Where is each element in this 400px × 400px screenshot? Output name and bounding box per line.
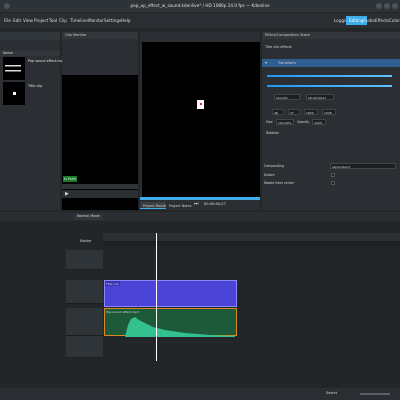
effect-stack-panel: Effect/Composition Stack Title clip effe… [262,32,400,210]
workspace-color[interactable]: Color [386,16,400,25]
effect-clip-row: Title clip effects [262,44,400,51]
bin-column-header: Name [0,50,60,56]
project-monitor-screen[interactable] [142,42,260,197]
timeline-panel: Normal Mode Master Title clip Pop sound … [0,212,400,387]
effect-stack-header: Effect/Composition Stack [262,32,400,39]
menubar: File Edit View Project Tool Clip Timelin… [0,13,400,28]
clip-monitor-panel: Clip Monitor In Point ▶ [62,32,138,210]
keyframe-bar-2[interactable] [267,85,392,87]
effect-stack-title: Effect/Composition Stack [265,33,311,37]
distort-row: Distort [262,172,400,178]
track-header-a1[interactable] [66,308,103,336]
timeline-ruler[interactable] [103,233,400,246]
smooth-row: Smooth 00:00:00,07 [266,94,396,101]
project-bin-panel: Name Pop sound effect.mp3 Title clip [0,32,65,210]
rotate-center-row: Rotate from center [262,180,400,186]
menu-monitor[interactable]: Monitor [88,18,104,23]
timeline-clip-audio[interactable]: Pop sound effect.mp3 [104,308,237,337]
master-label: Master [80,239,92,243]
clip-monitor-title: Clip Monitor [65,33,87,37]
audio-wave-icon [3,57,25,80]
effect-clip-label: Title clip effects [265,45,292,49]
close-icon[interactable] [392,3,398,9]
opacity-label: Opacity [297,120,310,124]
size-row: Size 100.00% Opacity 100% [266,119,396,126]
zoom-slider[interactable] [360,393,390,395]
app-menu-icon[interactable] [4,3,10,9]
minimize-icon[interactable] [376,3,382,9]
track-header-v2[interactable] [66,250,103,270]
distort-checkbox[interactable] [331,172,335,177]
menu-help[interactable]: Help [121,18,131,23]
clip-label: Pop sound effect.mp3 [106,309,139,314]
menu-timeline[interactable]: Timeline [70,18,88,23]
effect-transform-header[interactable]: ▾ Transform [262,59,400,67]
y-field[interactable]: 27 [288,109,300,115]
size-label: Size [266,120,273,124]
rotate-center-checkbox[interactable] [331,180,335,185]
timeline-toolbar: Normal Mode [0,212,400,221]
title-preview-frame [197,100,204,109]
opacity-field[interactable]: 100% [312,119,326,125]
smooth-dropdown[interactable]: Smooth [274,94,300,100]
compositing-label: Compositing [264,164,284,168]
statusbar: Select [0,388,400,400]
keyframe-timecode-field[interactable]: 00:00:00,07 [306,94,334,100]
x-field[interactable]: 48 [272,109,284,115]
rotation-label: Rotation [266,131,280,135]
width-field[interactable]: 1824 [304,109,318,115]
clip-monitor-header: Clip Monitor [62,32,138,39]
height-field[interactable]: 1026 [322,109,336,115]
menu-settings[interactable]: Settings [104,18,121,23]
compositing-row: Compositing Alpha blend [262,163,400,169]
clip-thumbnail [3,57,25,80]
rotation-row: Rotation [262,130,400,137]
distort-label: Distort [264,173,275,177]
in-point-badge: In Point [63,176,77,182]
tab-project-notes[interactable]: Project Notes [166,202,195,209]
clip-monitor-controls: ▶ [62,190,138,198]
track-header-v1[interactable] [66,280,103,304]
track-header-a2[interactable] [66,336,103,358]
clip-name: Title clip [28,84,43,88]
bin-clip-sound[interactable]: Pop sound effect.mp3 [3,57,65,80]
column-name-label: Name [3,51,14,55]
project-monitor-panel: ⏮ ▶ ⏭ 00:00:00,07 [140,32,260,210]
project-monitor-timecode: 00:00:00,07 [204,202,226,206]
edit-mode-dropdown[interactable]: Normal Mode [74,213,103,220]
window-title: pop_up_effect_w_sound.kdenlive* / HD 108… [130,3,270,8]
rect-row: 48 27 1824 1026 [266,109,396,116]
window-titlebar: pop_up_effect_w_sound.kdenlive* / HD 108… [0,0,400,12]
clip-name: Pop sound effect.mp3 [28,59,65,63]
menu-tool[interactable]: Tool [49,18,57,23]
menu-clip[interactable]: Clip [59,18,67,23]
maximize-icon[interactable] [384,3,390,9]
compositing-dropdown[interactable]: Alpha blend [330,163,396,169]
skip-forward-icon[interactable]: ⏭ [194,201,199,207]
effect-name: Transform [278,60,296,65]
audio-waveform [125,317,235,337]
menu-project[interactable]: Project [34,18,48,23]
size-field[interactable]: 100.00% [276,119,294,125]
bin-toolbar [0,32,60,40]
clip-monitor-ruler[interactable] [62,184,138,189]
menu-file[interactable]: File [4,18,11,23]
clip-thumbnail [3,82,25,105]
tool-select-label[interactable]: Select [326,391,337,395]
menu-edit[interactable]: Edit [13,18,21,23]
chevron-down-icon[interactable]: ▾ [265,60,267,65]
timeline-clip-title[interactable]: Title clip [104,280,237,307]
play-icon[interactable]: ▶ [65,191,69,197]
clip-label: Title clip [105,281,120,286]
menu-view[interactable]: View [23,18,33,23]
bin-clip-title[interactable]: Title clip [3,82,58,105]
rotate-center-label: Rotate from center [264,181,295,185]
timeline-playhead[interactable] [156,233,158,361]
keyframe-bar[interactable] [267,75,392,77]
